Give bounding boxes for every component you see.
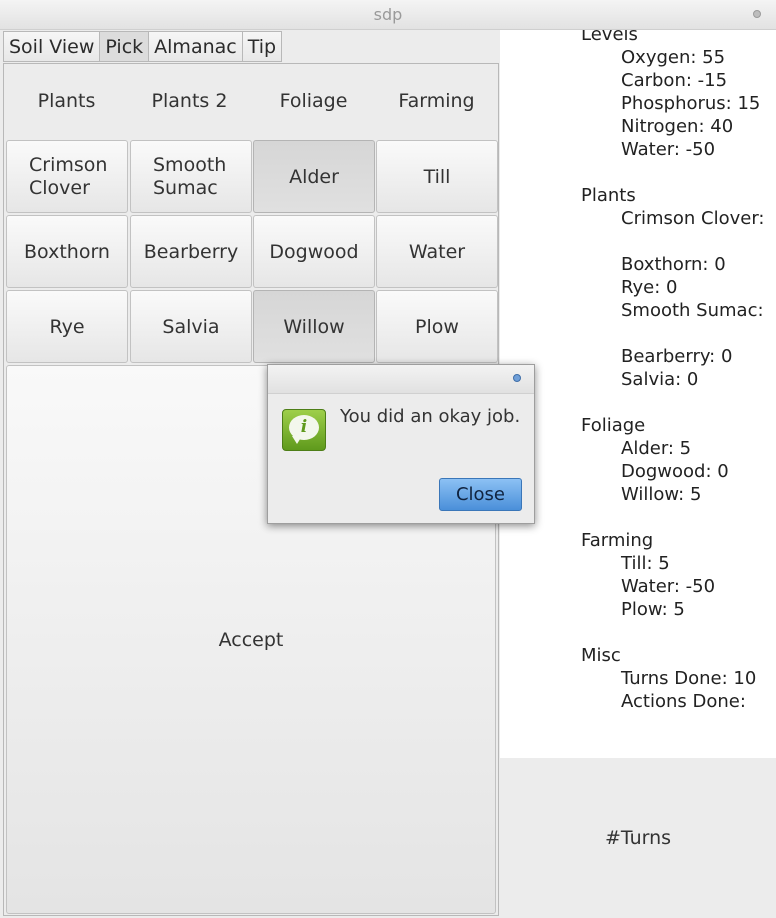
bearberry-button[interactable]: Bearberry [130, 215, 252, 288]
smooth-sumac-count: Smooth Sumac: [621, 300, 764, 321]
alder-count: Alder: 5 [621, 438, 692, 459]
info-icon: i [282, 409, 326, 451]
smooth-sumac-button[interactable]: Smooth Sumac [130, 140, 252, 213]
salvia-button[interactable]: Salvia [130, 290, 252, 363]
boxthorn-button[interactable]: Boxthorn [6, 215, 128, 288]
dogwood-count: Dogwood: 0 [621, 461, 729, 482]
tab-almanac[interactable]: Almanac [148, 31, 242, 62]
water-button[interactable]: Water [376, 215, 498, 288]
levels-heading: Levels [581, 30, 638, 45]
dialog-titlebar [268, 365, 534, 394]
willow-count: Willow: 5 [621, 484, 702, 505]
window-title: sdp [373, 5, 403, 24]
bearberry-count: Bearberry: 0 [621, 346, 733, 367]
misc-heading: Misc [581, 645, 621, 666]
category-plants: Plants [37, 90, 96, 112]
dialog-close-icon[interactable] [513, 374, 521, 382]
window-titlebar: sdp [0, 0, 776, 30]
stats-panel: Levels Oxygen: 55 Carbon: -15 Phosphorus… [500, 30, 776, 758]
tab-pick[interactable]: Pick [99, 31, 149, 62]
nitrogen-level: Nitrogen: 40 [621, 116, 734, 137]
turns-label: #Turns [604, 827, 672, 849]
dialog-message: You did an okay job. [340, 406, 521, 427]
crimson-clover-button[interactable]: Crimson Clover [6, 140, 128, 213]
plow-count: Plow: 5 [621, 599, 685, 620]
turns-panel: #Turns [500, 758, 776, 918]
plow-button[interactable]: Plow [376, 290, 498, 363]
crimson-clover-count: Crimson Clover: [621, 208, 765, 229]
water-level: Water: -50 [621, 139, 716, 160]
foliage-heading: Foliage [581, 415, 646, 436]
farming-water-count: Water: -50 [621, 576, 716, 597]
phosphorus-level: Phosphorus: 15 [621, 93, 761, 114]
rye-button[interactable]: Rye [6, 290, 128, 363]
till-button[interactable]: Till [376, 140, 498, 213]
plants-heading: Plants [581, 185, 636, 206]
tab-bar: Soil View Pick Almanac Tip [3, 31, 283, 63]
salvia-count: Salvia: 0 [621, 369, 699, 390]
boxthorn-count: Boxthorn: 0 [621, 254, 726, 275]
message-dialog: i You did an okay job. Close [267, 364, 535, 524]
oxygen-level: Oxygen: 55 [621, 47, 726, 68]
actions-done: Actions Done: [621, 691, 746, 712]
rye-count: Rye: 0 [621, 277, 678, 298]
tab-soil-view[interactable]: Soil View [3, 31, 100, 62]
tab-tip[interactable]: Tip [241, 31, 283, 62]
category-plants-2: Plants 2 [151, 90, 228, 112]
farming-heading: Farming [581, 530, 654, 551]
willow-button[interactable]: Willow [253, 290, 375, 363]
category-farming: Farming [398, 90, 475, 112]
dogwood-button[interactable]: Dogwood [253, 215, 375, 288]
alder-button[interactable]: Alder [253, 140, 375, 213]
carbon-level: Carbon: -15 [621, 70, 728, 91]
close-button[interactable]: Close [439, 478, 522, 511]
category-foliage: Foliage [279, 90, 348, 112]
till-count: Till: 5 [621, 553, 670, 574]
turns-done: Turns Done: 10 [621, 668, 757, 689]
window-close-icon[interactable] [753, 10, 761, 18]
